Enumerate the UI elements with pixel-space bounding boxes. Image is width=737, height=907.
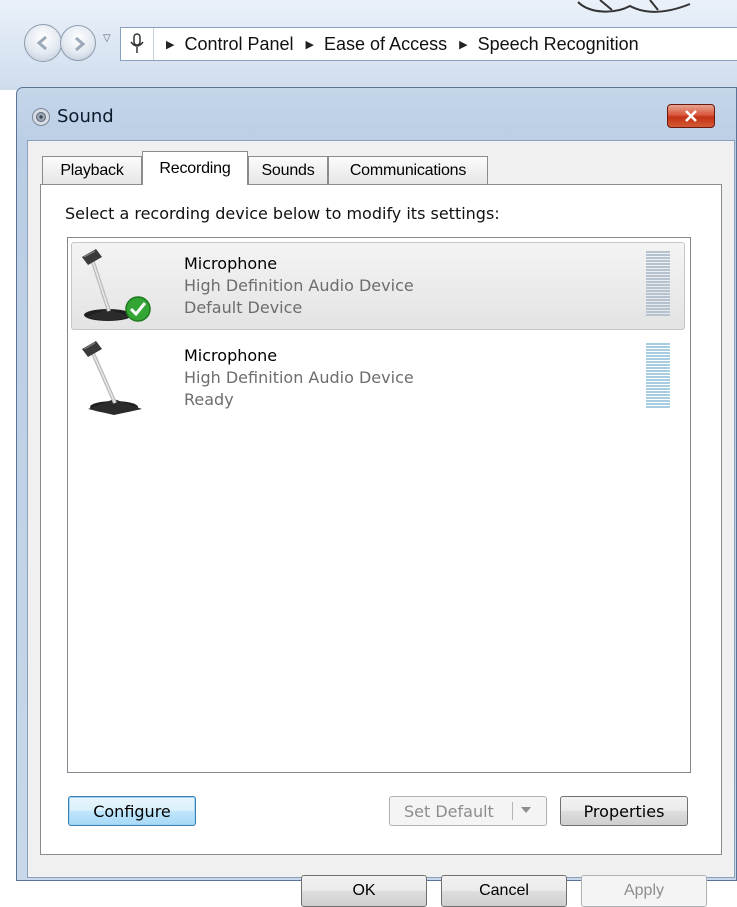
speaker-icon: [32, 108, 50, 126]
dialog-body: Playback Recording Sounds Communications…: [27, 140, 735, 907]
breadcrumb-label: Ease of Access: [324, 33, 448, 54]
input-level-meter: [646, 251, 670, 321]
back-arrow-icon: [36, 35, 47, 51]
split-divider: [512, 802, 513, 820]
decorative-artwork-icon: [577, 0, 691, 13]
device-description: High Definition Audio Device: [184, 368, 414, 387]
tab-sounds[interactable]: Sounds: [248, 156, 328, 184]
chevron-right-icon: ▶: [305, 38, 315, 51]
device-list-item[interactable]: Microphone High Definition Audio Device …: [71, 242, 685, 330]
sound-dialog: Sound Playback Recording Sounds Communic…: [16, 87, 737, 907]
forward-button[interactable]: [60, 25, 96, 61]
device-name: Microphone: [184, 254, 278, 273]
back-button[interactable]: [24, 24, 62, 62]
breadcrumb-label: Control Panel: [184, 33, 294, 54]
device-status: Default Device: [184, 298, 303, 317]
set-default-label: Set Default: [404, 801, 494, 821]
device-description: High Definition Audio Device: [184, 276, 414, 295]
tab-recording[interactable]: Recording: [142, 151, 248, 185]
breadcrumb-ease-of-access[interactable]: ▶ Ease of Access: [294, 34, 448, 55]
input-level-meter: [646, 343, 670, 413]
tab-playback[interactable]: Playback: [42, 156, 142, 184]
recording-device-list[interactable]: Microphone High Definition Audio Device …: [67, 237, 691, 773]
chevron-right-icon: ▶: [459, 38, 468, 51]
microphone-icon: [82, 249, 151, 322]
microphone-icon: [82, 341, 142, 415]
microphone-location-icon: [121, 28, 154, 60]
device-name: Microphone: [184, 346, 278, 365]
set-default-button[interactable]: Set Default: [389, 796, 547, 826]
instruction-text: Select a recording device below to modif…: [65, 204, 500, 223]
properties-button[interactable]: Properties: [560, 796, 688, 826]
dropdown-arrow-icon[interactable]: [520, 806, 532, 814]
tab-communications[interactable]: Communications: [328, 156, 488, 184]
recording-tab-panel: Select a recording device below to modif…: [40, 184, 722, 855]
apply-button[interactable]: Apply: [581, 875, 707, 907]
close-icon: [685, 110, 697, 122]
chevron-right-icon: ▶: [166, 38, 175, 51]
breadcrumb-control-panel[interactable]: ▶ Control Panel: [154, 34, 294, 55]
forward-arrow-icon: [75, 36, 86, 52]
check-icon: [125, 296, 151, 322]
close-button[interactable]: [667, 104, 715, 128]
breadcrumb-label: Speech Recognition: [477, 33, 639, 54]
ok-button[interactable]: OK: [301, 875, 427, 907]
cancel-button[interactable]: Cancel: [441, 875, 567, 907]
address-bar[interactable]: ▶ Control Panel ▶ Ease of Access ▶ Speech R…: [120, 27, 737, 61]
configure-button[interactable]: Configure: [68, 796, 196, 826]
device-list-item[interactable]: Microphone High Definition Audio Device …: [71, 334, 685, 422]
device-status: Ready: [184, 390, 234, 409]
dialog-title: Sound: [57, 106, 114, 127]
explorer-toolbar: ▽ ▶ Control Panel ▶ Ease of Access ▶ Speech…: [0, 0, 737, 90]
breadcrumb-speech-recognition[interactable]: ▶ Speech Recognition: [447, 34, 639, 55]
recent-pages-dropdown-icon[interactable]: ▽: [103, 33, 111, 44]
